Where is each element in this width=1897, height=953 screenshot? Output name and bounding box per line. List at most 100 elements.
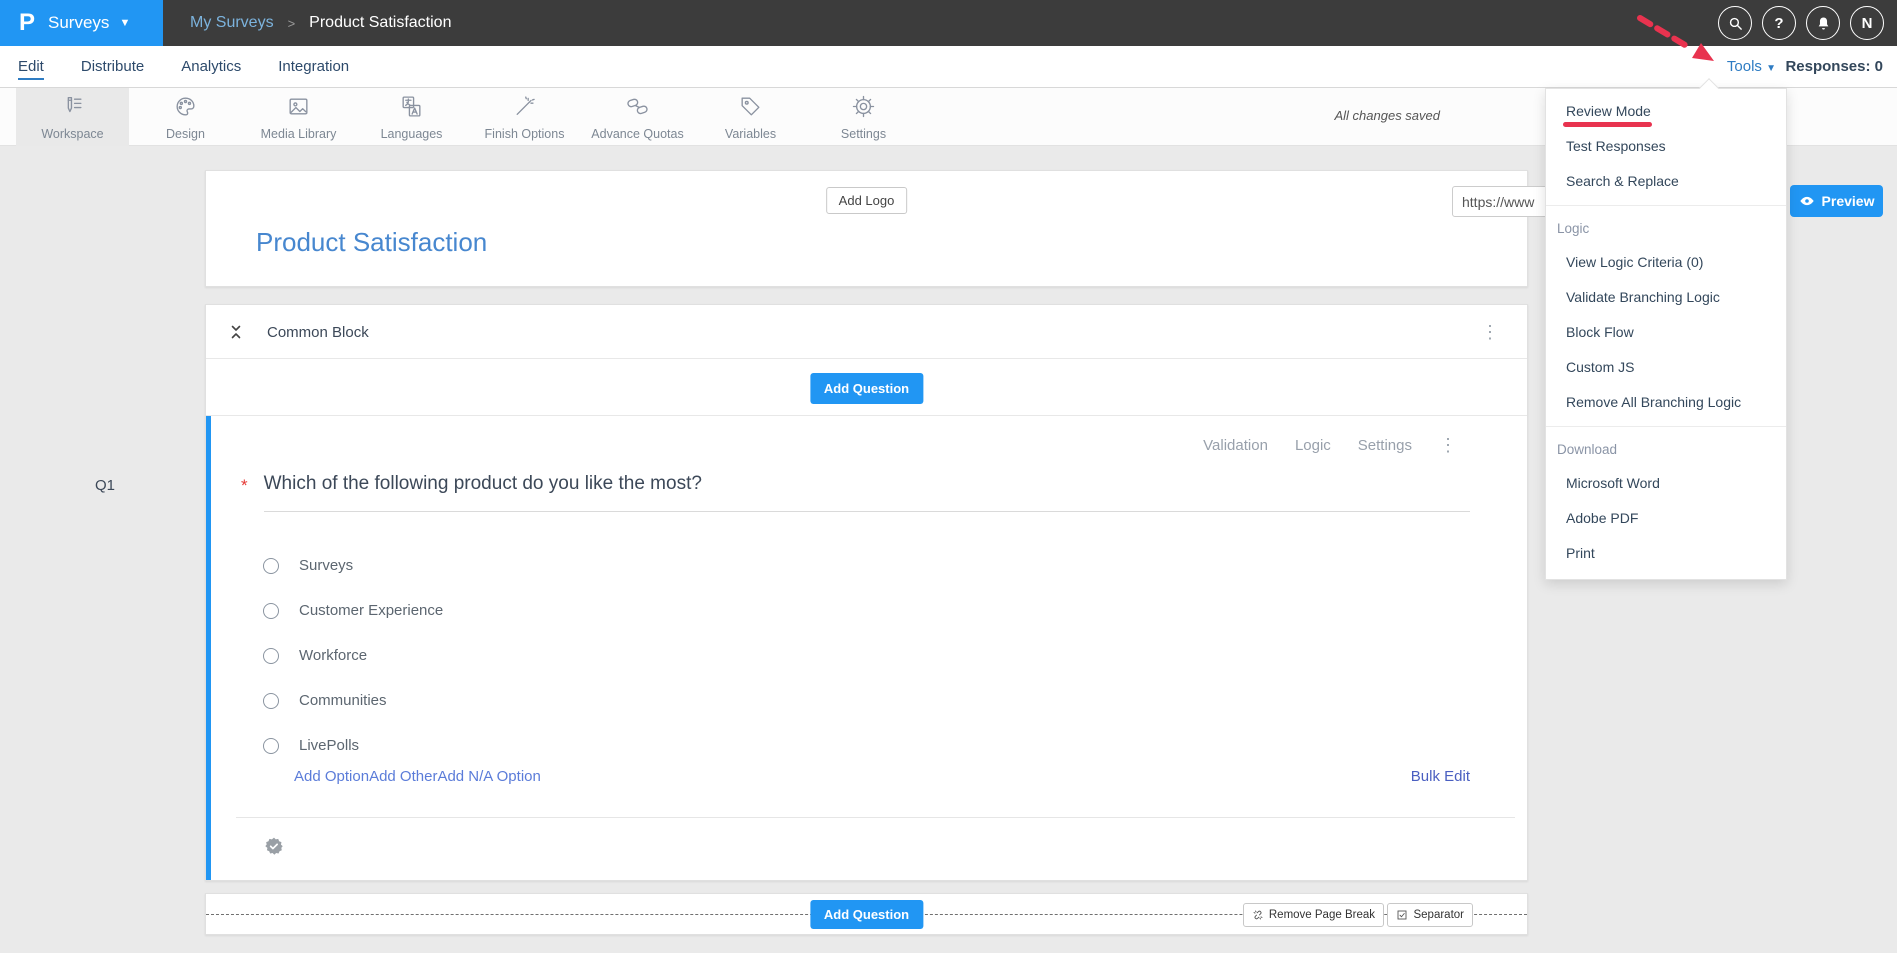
tools-menu-custom-js[interactable]: Custom JS	[1546, 350, 1786, 385]
annotation-underline	[1563, 122, 1652, 127]
tools-dropdown-menu: Review Mode Test Responses Search & Repl…	[1545, 88, 1787, 580]
questionpro-logo-icon: P	[19, 9, 35, 37]
tools-menu-adobe-pdf[interactable]: Adobe PDF	[1546, 501, 1786, 536]
finish-options-icon	[512, 94, 537, 124]
toolbar-item-finish-options[interactable]: Finish Options	[468, 88, 581, 146]
radio-icon[interactable]	[263, 603, 279, 619]
answer-options: Surveys Customer Experience Workforce Co…	[263, 543, 443, 768]
chevron-down-icon: ▼	[1766, 63, 1776, 74]
tab-analytics[interactable]: Analytics	[181, 54, 241, 80]
add-question-button-top[interactable]: Add Question	[810, 373, 923, 404]
question-footer-divider	[236, 817, 1515, 818]
settings-icon	[851, 94, 876, 124]
option-row-workforce[interactable]: Workforce	[263, 633, 443, 678]
chevron-down-icon: ▼	[119, 17, 130, 29]
remove-page-break-button[interactable]: Remove Page Break	[1243, 903, 1384, 927]
page-break-strip: Add Question Remove Page Break Separator	[205, 893, 1528, 935]
tools-menu-logic[interactable]: Logic	[1546, 205, 1786, 245]
link-add-n-a-option: Add N/A Option|	[437, 768, 540, 785]
toolbar-item-design[interactable]: Design	[129, 88, 242, 146]
survey-editor-page: { "header": { "logo_glyph": "P", "app_na…	[0, 0, 1897, 953]
radio-icon[interactable]	[263, 693, 279, 709]
app-name: Surveys	[48, 13, 109, 33]
add-question-button-bottom[interactable]: Add Question	[810, 900, 923, 929]
breadcrumb: My Surveys > Product Satisfaction	[190, 0, 451, 46]
tab-distribute[interactable]: Distribute	[81, 54, 144, 80]
settings-link[interactable]: Settings	[1358, 437, 1412, 454]
advance-quotas-icon	[625, 94, 650, 124]
question-number: Q1	[95, 477, 115, 494]
radio-icon[interactable]	[263, 558, 279, 574]
tools-menu-test-responses[interactable]: Test Responses	[1546, 129, 1786, 164]
collapse-block-icon[interactable]	[228, 324, 244, 345]
link-add-option: Add Option|	[294, 768, 369, 785]
question-card: Validation Logic Settings ⋮ * Which of t…	[206, 416, 1527, 880]
responses-count-link[interactable]: Responses: 0	[1785, 58, 1883, 75]
tab-integration[interactable]: Integration	[278, 54, 349, 80]
toolbar-item-advance-quotas[interactable]: Advance Quotas	[581, 88, 694, 146]
tools-menu-remove-all-branching-logic[interactable]: Remove All Branching Logic	[1546, 385, 1786, 420]
question-text[interactable]: Which of the following product do you li…	[264, 473, 1470, 512]
tools-menu-print[interactable]: Print	[1546, 536, 1786, 571]
app-switcher[interactable]: P Surveys ▼	[0, 0, 163, 46]
toolbar-items: Workspace Design Media Library Languages…	[16, 88, 920, 146]
tools-menu-microsoft-word[interactable]: Microsoft Word	[1546, 466, 1786, 501]
option-row-livepolls[interactable]: LivePolls	[263, 723, 443, 768]
topbar-icon-group: ? N	[1718, 0, 1884, 46]
design-icon	[173, 94, 198, 124]
top-bar: P Surveys ▼ My Surveys > Product Satisfa…	[0, 0, 1897, 46]
add-option-links: Add Option| Add Other| Add N/A Option|	[294, 768, 541, 785]
logic-link[interactable]: Logic	[1295, 437, 1331, 454]
tools-menu-block-flow[interactable]: Block Flow	[1546, 315, 1786, 350]
tools-menu-download[interactable]: Download	[1546, 426, 1786, 466]
toolbar-item-media-library[interactable]: Media Library	[242, 88, 355, 146]
required-marker: *	[241, 476, 248, 496]
add-logo-button[interactable]: Add Logo	[826, 187, 908, 214]
common-block-card: Common Block ⋮ Add Question Validation L…	[205, 304, 1528, 881]
toolbar-item-variables[interactable]: Variables	[694, 88, 807, 146]
workspace-icon	[60, 94, 85, 124]
option-row-surveys[interactable]: Surveys	[263, 543, 443, 588]
survey-header-card: Add Logo Product Satisfaction	[205, 170, 1528, 287]
breadcrumb-separator-icon: >	[288, 16, 296, 31]
search-icon[interactable]	[1718, 6, 1752, 40]
breadcrumb-current-survey: Product Satisfaction	[309, 14, 451, 32]
checkbox-checked-icon	[1396, 909, 1408, 921]
breadcrumb-my-surveys[interactable]: My Surveys	[190, 14, 274, 32]
block-menu-icon[interactable]: ⋮	[1481, 323, 1499, 341]
notifications-icon[interactable]	[1806, 6, 1840, 40]
save-status: All changes saved	[1334, 108, 1440, 123]
languages-icon	[399, 94, 424, 124]
validation-link[interactable]: Validation	[1203, 437, 1268, 454]
block-title: Common Block	[267, 324, 369, 341]
radio-icon[interactable]	[263, 648, 279, 664]
nav-tabs: Edit Distribute Analytics Integration	[18, 46, 349, 88]
option-row-customer-experience[interactable]: Customer Experience	[263, 588, 443, 633]
option-row-communities[interactable]: Communities	[263, 678, 443, 723]
preview-button[interactable]: Preview	[1790, 185, 1883, 217]
nav-tab-bar: Edit Distribute Analytics Integration To…	[0, 46, 1897, 88]
tab-edit[interactable]: Edit	[18, 54, 44, 80]
tools-menu-button[interactable]: Tools ▼	[1727, 58, 1776, 75]
tools-menu-view-logic-criteria-0[interactable]: View Logic Criteria (0)	[1546, 245, 1786, 280]
toolbar-item-settings[interactable]: Settings	[807, 88, 920, 146]
link-add-other: Add Other|	[369, 768, 437, 785]
add-question-row: Add Question	[206, 359, 1527, 416]
tools-menu-search-replace[interactable]: Search & Replace	[1546, 164, 1786, 199]
separator-toggle-button[interactable]: Separator	[1387, 903, 1473, 927]
toolbar-item-workspace[interactable]: Workspace	[16, 88, 129, 146]
tools-menu-review-mode[interactable]: Review Mode	[1546, 94, 1786, 129]
question-menu-icon[interactable]: ⋮	[1439, 436, 1457, 454]
tools-menu-validate-branching-logic[interactable]: Validate Branching Logic	[1546, 280, 1786, 315]
badge-check-icon	[263, 836, 285, 858]
broken-link-icon	[1252, 909, 1264, 921]
bulk-edit-link[interactable]: Bulk Edit	[1411, 768, 1470, 785]
question-text-row: * Which of the following product do you …	[241, 473, 1470, 512]
radio-icon[interactable]	[263, 738, 279, 754]
block-header: Common Block ⋮	[206, 305, 1527, 359]
avatar[interactable]: N	[1850, 6, 1884, 40]
toolbar-item-languages[interactable]: Languages	[355, 88, 468, 146]
question-actions: Validation Logic Settings ⋮	[1203, 436, 1457, 454]
survey-title[interactable]: Product Satisfaction	[256, 227, 487, 258]
help-icon[interactable]: ?	[1762, 6, 1796, 40]
